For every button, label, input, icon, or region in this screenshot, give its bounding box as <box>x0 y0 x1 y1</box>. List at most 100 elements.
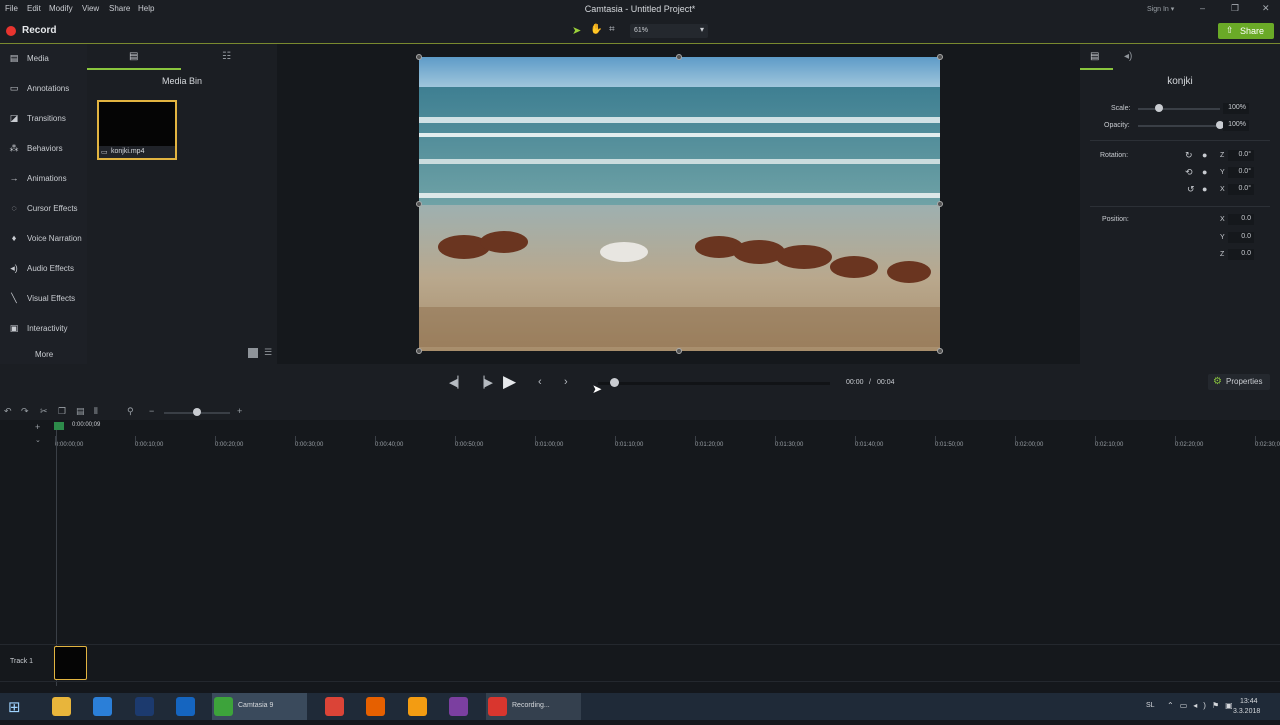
crop-icon[interactable]: ⌗ <box>609 24 615 35</box>
rotation-dial-icon[interactable]: ● <box>1202 184 1207 194</box>
sidebar-item-transitions[interactable]: ◪ Transitions <box>0 108 87 130</box>
taskbar-item[interactable] <box>406 693 428 720</box>
position-y-value[interactable]: 0.0 <box>1228 232 1254 243</box>
scale-slider-knob[interactable] <box>1154 104 1163 112</box>
resize-handle[interactable] <box>937 201 943 207</box>
opacity-slider[interactable] <box>1138 125 1220 127</box>
undo-icon[interactable]: ↶ <box>4 406 12 417</box>
taskbar-item[interactable] <box>91 693 113 720</box>
resize-handle[interactable] <box>676 54 682 60</box>
video-frame[interactable] <box>419 57 940 351</box>
timeline-zoom-knob[interactable] <box>193 408 201 416</box>
opacity-value[interactable]: 100% <box>1223 120 1249 131</box>
zoom-in-icon[interactable]: + <box>237 406 242 416</box>
sidebar-item-annotations[interactable]: ▭ Annotations <box>0 78 87 100</box>
close-icon[interactable]: ✕ <box>1262 3 1270 14</box>
clock-time[interactable]: 13:44 <box>1240 698 1258 705</box>
annotation-icon: ▭ <box>9 83 19 93</box>
scale-value[interactable]: 100% <box>1223 103 1249 114</box>
previous-clip-icon[interactable]: ‹ <box>538 376 542 388</box>
taskbar-item[interactable] <box>447 693 469 720</box>
paste-icon[interactable]: ▤ <box>76 406 85 417</box>
resize-handle[interactable] <box>937 348 943 354</box>
scrubber-track[interactable] <box>598 382 830 385</box>
timeline[interactable]: 0:00:00;00 0:00:10;00 0:00:20;00 0:00:30;00… <box>0 420 1280 690</box>
properties-button[interactable]: ⚙ Properties <box>1208 374 1270 390</box>
sidebar-item-audio-effects[interactable]: ◂) Audio Effects <box>0 258 87 280</box>
sidebar-item-animations[interactable]: → Animations <box>0 168 87 190</box>
taskbar-item[interactable] <box>323 693 345 720</box>
rotation-z-value[interactable]: 0.0° <box>1228 150 1254 161</box>
taskbar-item[interactable] <box>50 693 72 720</box>
step-forward-icon[interactable]: ▕▶ <box>476 376 493 389</box>
position-z-value[interactable]: 0.0 <box>1228 249 1254 260</box>
windows-start-icon[interactable]: ⊞ <box>8 698 21 725</box>
resize-handle[interactable] <box>416 54 422 60</box>
resize-handle[interactable] <box>416 348 422 354</box>
record-icon[interactable] <box>6 26 16 36</box>
add-track-icon[interactable]: + <box>35 422 40 432</box>
menu-edit[interactable]: Edit <box>27 4 41 13</box>
taskbar-item[interactable]: Camtasia 9 <box>212 693 307 720</box>
step-back-icon[interactable]: ◀▏ <box>449 376 466 389</box>
hand-pan-icon[interactable]: ✋ <box>590 24 602 35</box>
copy-icon[interactable]: ❐ <box>58 406 66 417</box>
language-indicator[interactable]: SL <box>1146 702 1155 709</box>
sidebar-item-behaviors[interactable]: ⁂ Behaviors <box>0 138 87 160</box>
resize-handle[interactable] <box>937 54 943 60</box>
more-button[interactable]: More <box>35 350 53 359</box>
taskbar-item[interactable] <box>174 693 196 720</box>
sidebar-item-cursor-effects[interactable]: ◌ Cursor Effects <box>0 198 87 220</box>
play-icon[interactable]: ▶ <box>503 372 516 392</box>
playhead[interactable] <box>54 422 64 430</box>
list-view-icon[interactable]: ☰ <box>264 347 272 358</box>
share-button[interactable]: ⇧ Share <box>1218 23 1274 39</box>
rotation-dial-icon[interactable]: ● <box>1202 167 1207 177</box>
grid-view-icon[interactable] <box>248 348 258 358</box>
media-clip-thumbnail[interactable]: konjki.mp4 ▭ <box>97 100 177 160</box>
menu-help[interactable]: Help <box>138 4 154 13</box>
sidebar-item-visual-effects[interactable]: ╲ Visual Effects <box>0 288 87 310</box>
rotation-y-value[interactable]: 0.0° <box>1228 167 1254 178</box>
menu-modify[interactable]: Modify <box>49 4 73 13</box>
zoom-out-icon[interactable]: − <box>149 406 154 416</box>
track-row[interactable] <box>0 644 1280 682</box>
taskbar-item[interactable]: Recording... <box>486 693 581 720</box>
arrow-pointer-icon[interactable]: ➤ <box>572 24 584 37</box>
taskbar-item[interactable] <box>133 693 155 720</box>
record-button[interactable]: Record <box>22 25 56 36</box>
zoom-search-icon[interactable]: ⚲ <box>127 406 134 417</box>
cut-icon[interactable]: ✂ <box>40 406 48 417</box>
menu-share[interactable]: Share <box>109 4 130 13</box>
menu-view[interactable]: View <box>82 4 99 13</box>
tab-media-bin[interactable]: ▤ <box>87 44 181 70</box>
zoom-dropdown[interactable]: 61% ▾ <box>630 24 708 38</box>
timeline-clip[interactable] <box>54 646 87 680</box>
split-icon[interactable]: ⫴ <box>94 406 98 417</box>
menu-file[interactable]: File <box>5 4 18 13</box>
sign-in-link[interactable]: Sign In ▾ <box>1147 5 1174 13</box>
sidebar-item-interactivity[interactable]: ▣ Interactivity <box>0 318 87 340</box>
rotation-x-value[interactable]: 0.0° <box>1228 184 1254 195</box>
system-tray-icons[interactable]: ⌃▭◂)⚑▣ <box>1167 701 1239 710</box>
scrubber-knob[interactable] <box>610 378 619 387</box>
taskbar-item[interactable] <box>364 693 386 720</box>
minimize-icon[interactable]: – <box>1200 3 1205 13</box>
restore-icon[interactable]: ❐ <box>1231 3 1239 14</box>
resize-handle[interactable] <box>676 348 682 354</box>
redo-icon[interactable]: ↷ <box>21 406 29 417</box>
position-x-value[interactable]: 0.0 <box>1228 214 1254 225</box>
rotate-z-icon: ↻ <box>1185 150 1193 160</box>
rotation-dial-icon[interactable]: ● <box>1202 150 1207 160</box>
next-clip-icon[interactable]: › <box>564 376 568 388</box>
timeline-ruler[interactable]: 0:00:00;00 0:00:10;00 0:00:20;00 0:00:30;00… <box>0 420 1280 450</box>
chevron-down-icon[interactable]: ⌄ <box>35 436 41 444</box>
speaker-icon[interactable]: ◂) <box>1124 51 1132 62</box>
canvas-preview[interactable] <box>277 44 1080 364</box>
scale-slider[interactable] <box>1138 108 1220 110</box>
clock-date[interactable]: 3.3.2018 <box>1233 708 1260 715</box>
sidebar-item-media[interactable]: ▤ Media <box>0 48 87 70</box>
resize-handle[interactable] <box>416 201 422 207</box>
sidebar-item-voice-narration[interactable]: ♦ Voice Narration <box>0 228 87 250</box>
tab-visual-properties[interactable]: ▤ <box>1080 44 1113 70</box>
